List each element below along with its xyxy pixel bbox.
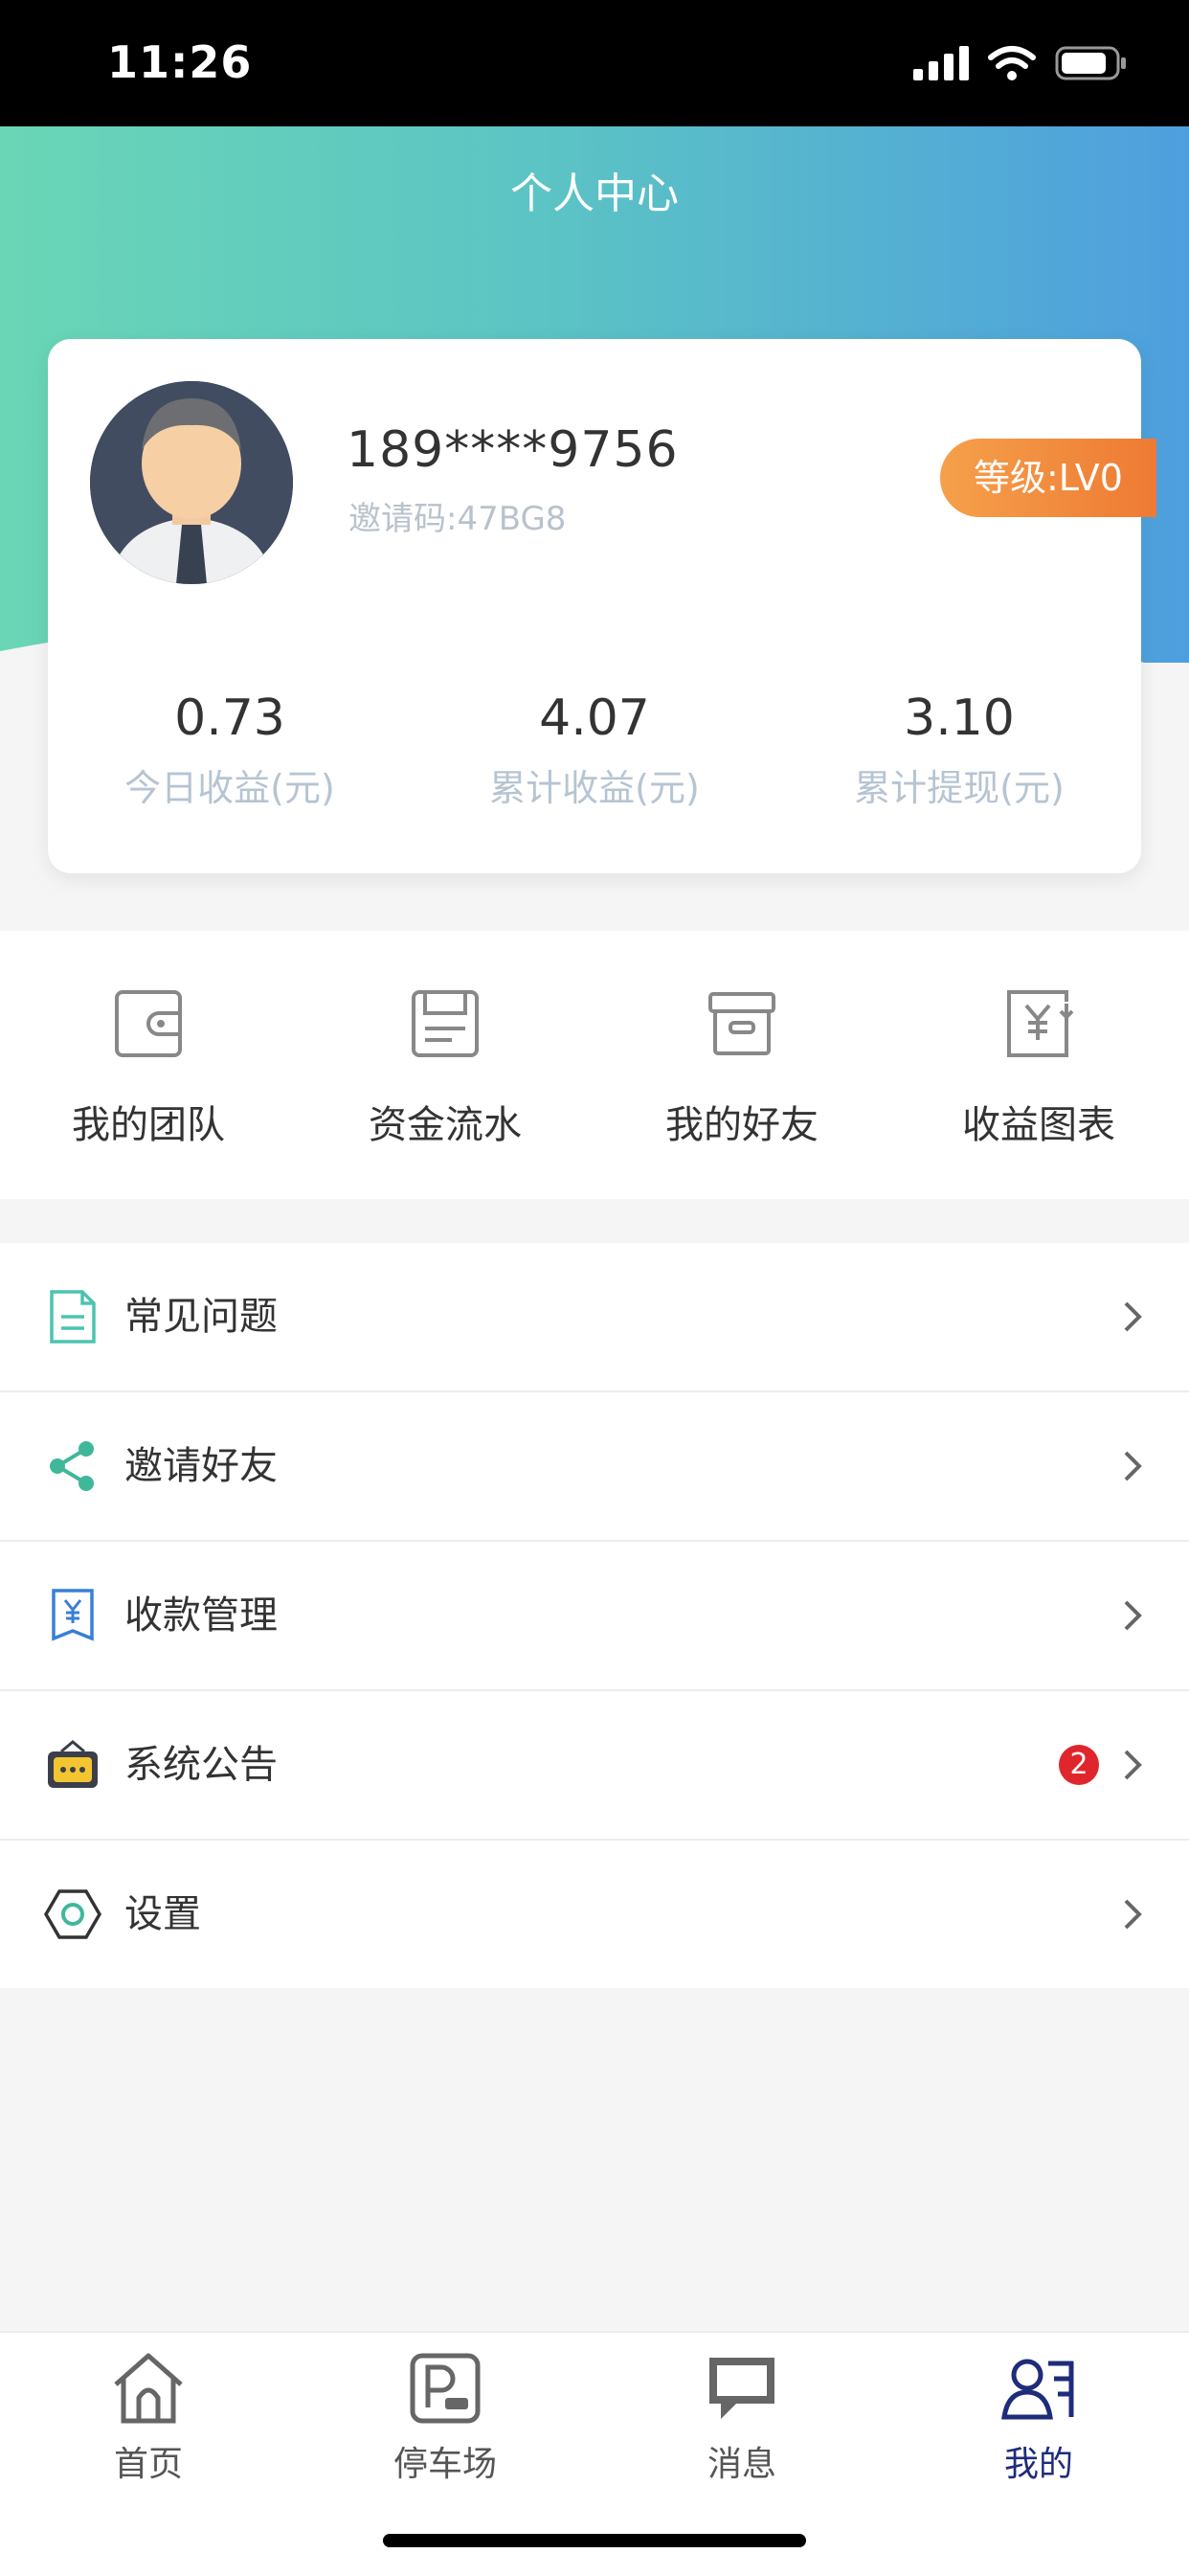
tab-label: 我的	[1003, 2445, 1073, 2484]
quick-actions: 我的团队 资金流水 我的好友 收益图表	[0, 931, 1189, 1199]
tab-home[interactable]: 首页	[0, 2350, 297, 2486]
stat-today-earnings: 0.73 今日收益(元)	[48, 689, 412, 811]
chevron-right-icon	[1124, 1899, 1142, 1930]
menu-label: 设置	[124, 1892, 201, 1936]
avatar-image	[90, 381, 293, 584]
stat-total-earnings: 4.07 累计收益(元)	[413, 689, 776, 811]
status-bar: 11:26	[0, 0, 1189, 126]
page-title: 个人中心	[510, 169, 679, 218]
tab-label: 首页	[113, 2445, 183, 2484]
stat-value: 3.10	[904, 689, 1015, 747]
message-icon	[709, 2358, 774, 2419]
stat-total-withdrawn: 3.10 累计提现(元)	[777, 689, 1141, 811]
quick-label: 资金流水	[369, 1103, 522, 1147]
share-icon	[50, 1441, 94, 1491]
chevron-right-icon	[1124, 1451, 1142, 1481]
hexagon-settings-icon	[44, 1889, 101, 1939]
document-icon	[50, 1290, 96, 1344]
profile-icon	[1001, 2359, 1074, 2420]
stat-value: 0.73	[174, 689, 285, 747]
stat-label: 累计收益(元)	[489, 767, 700, 809]
ledger-icon	[412, 990, 479, 1057]
quick-label: 我的好友	[665, 1103, 819, 1147]
yuan-bookmark-icon	[52, 1589, 94, 1641]
notification-badge: 2	[1059, 1745, 1099, 1785]
quick-my-friends[interactable]: 我的好友	[594, 988, 890, 1149]
stat-value: 4.07	[539, 689, 650, 747]
menu-label: 系统公告	[124, 1743, 278, 1787]
chevron-right-icon	[1124, 1301, 1142, 1332]
menu-item-settings[interactable]: 设置	[0, 1841, 1189, 1988]
stat-label: 累计提现(元)	[854, 767, 1065, 809]
tab-label: 消息	[707, 2445, 776, 2484]
tab-mine[interactable]: 我的	[890, 2350, 1187, 2486]
wifi-icon	[988, 46, 1036, 80]
level-badge: 等级:LV0	[940, 439, 1156, 517]
yuan-document-icon	[1007, 990, 1074, 1057]
menu-item-system-notice[interactable]: 系统公告 2	[0, 1691, 1189, 1841]
menu-label: 邀请好友	[124, 1444, 278, 1488]
status-time: 11:26	[107, 36, 253, 88]
menu-item-invite-friends[interactable]: 邀请好友	[0, 1392, 1189, 1542]
menu-label: 常见问题	[124, 1295, 278, 1339]
wallet-icon	[115, 990, 182, 1057]
radio-icon	[48, 1740, 98, 1788]
user-phone: 189****9756	[347, 421, 679, 479]
home-icon	[114, 2353, 183, 2424]
tab-label: 停车场	[393, 2445, 497, 2484]
box-icon	[708, 992, 775, 1055]
menu-item-faq[interactable]: 常见问题	[0, 1243, 1189, 1392]
quick-my-team[interactable]: 我的团队	[0, 988, 297, 1149]
chevron-right-icon	[1124, 1750, 1142, 1780]
quick-fund-flow[interactable]: 资金流水	[297, 988, 594, 1149]
tab-parking[interactable]: 停车场	[297, 2350, 594, 2486]
quick-label: 我的团队	[72, 1103, 225, 1147]
menu-item-payment-management[interactable]: 收款管理	[0, 1542, 1189, 1691]
signal-icon	[913, 46, 969, 80]
parking-icon	[410, 2353, 481, 2424]
profile-card: 189****9756 邀请码:47BG8 等级:LV0 0.73 今日收益(元…	[48, 339, 1156, 873]
tab-messages[interactable]: 消息	[594, 2350, 890, 2486]
invite-code: 邀请码:47BG8	[348, 500, 567, 538]
chevron-right-icon	[1124, 1600, 1142, 1631]
quick-earnings-chart[interactable]: 收益图表	[890, 988, 1187, 1149]
stat-label: 今日收益(元)	[124, 767, 335, 809]
menu-label: 收款管理	[124, 1593, 278, 1638]
avatar[interactable]	[90, 381, 293, 584]
menu-list: 常见问题 邀请好友 收款管理 系统公告 2 设置	[0, 1243, 1189, 1988]
home-indicator	[383, 2534, 806, 2547]
quick-label: 收益图表	[962, 1103, 1115, 1147]
battery-icon	[1055, 46, 1126, 80]
status-icons	[913, 44, 1128, 82]
